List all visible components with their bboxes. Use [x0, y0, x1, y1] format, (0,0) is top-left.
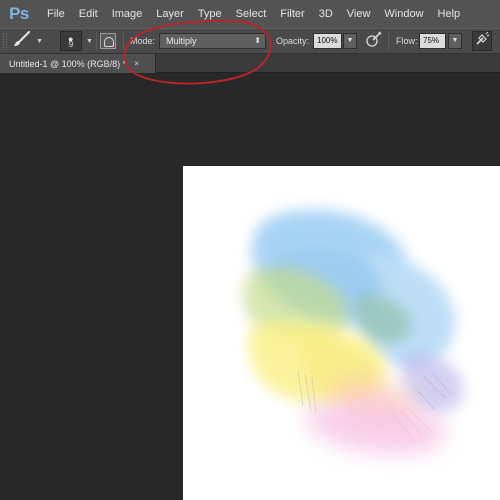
divider [123, 32, 124, 50]
menu-3d[interactable]: 3D [312, 0, 340, 28]
divider [388, 32, 389, 50]
flow-label: Flow: [396, 36, 418, 46]
close-icon[interactable]: × [134, 59, 139, 68]
watercolor-artwork [243, 209, 464, 455]
pressure-opacity-button[interactable] [365, 29, 383, 53]
brush-size-preview: ● 9 [60, 31, 82, 51]
menu-layer[interactable]: Layer [149, 0, 191, 28]
menu-type[interactable]: Type [191, 0, 229, 28]
photoshop-window: Ps File Edit Image Layer Type Select Fil… [0, 0, 500, 500]
brush-panel-toggle[interactable] [100, 29, 118, 53]
menu-filter[interactable]: Filter [273, 0, 311, 28]
brush-preset-picker[interactable]: ● 9 ▼ [60, 29, 94, 53]
document-tab-bar: Untitled-1 @ 100% (RGB/8) * × [0, 54, 500, 73]
menu-help[interactable]: Help [431, 0, 468, 28]
options-bar: ▼ ● 9 ▼ Mode: Multiply ⬍ Opacity: 100% ▼ [0, 28, 500, 54]
mode-label: Mode: [130, 36, 156, 46]
options-bar-grip[interactable] [3, 33, 7, 50]
blend-mode-value: Multiply [166, 36, 197, 46]
brush-size: 9 [68, 40, 74, 49]
tool-preset-picker[interactable]: ▼ [12, 29, 54, 53]
menu-view[interactable]: View [340, 0, 378, 28]
chevron-down-icon: ▼ [86, 37, 93, 45]
opacity-slider-button[interactable]: ▼ [343, 33, 357, 49]
airbrush-toggle[interactable] [472, 31, 492, 51]
updown-arrows-icon: ⬍ [254, 36, 261, 45]
flow-input[interactable]: 75% [419, 33, 446, 49]
menu-select[interactable]: Select [229, 0, 274, 28]
blend-mode-select[interactable]: Multiply ⬍ [159, 33, 266, 49]
chevron-down-icon: ▼ [36, 37, 43, 45]
brush-panel-icon [100, 33, 116, 49]
divider [96, 32, 97, 50]
workspace [0, 73, 500, 500]
menu-image[interactable]: Image [105, 0, 150, 28]
opacity-label: Opacity: [276, 36, 310, 46]
menu-file[interactable]: File [40, 0, 72, 28]
document-canvas[interactable] [183, 166, 500, 500]
pen-pressure-icon [365, 30, 383, 53]
photoshop-logo: Ps [9, 4, 29, 23]
document-tab[interactable]: Untitled-1 @ 100% (RGB/8) * × [0, 54, 156, 73]
menu-bar: Ps File Edit Image Layer Type Select Fil… [0, 0, 500, 28]
airbrush-icon [474, 31, 490, 52]
opacity-input[interactable]: 100% [313, 33, 342, 49]
flow-slider-button[interactable]: ▼ [448, 33, 462, 49]
brush-icon [12, 30, 32, 53]
menu-edit[interactable]: Edit [72, 0, 105, 28]
menu-window[interactable]: Window [377, 0, 430, 28]
document-title: Untitled-1 @ 100% (RGB/8) * [9, 58, 127, 69]
